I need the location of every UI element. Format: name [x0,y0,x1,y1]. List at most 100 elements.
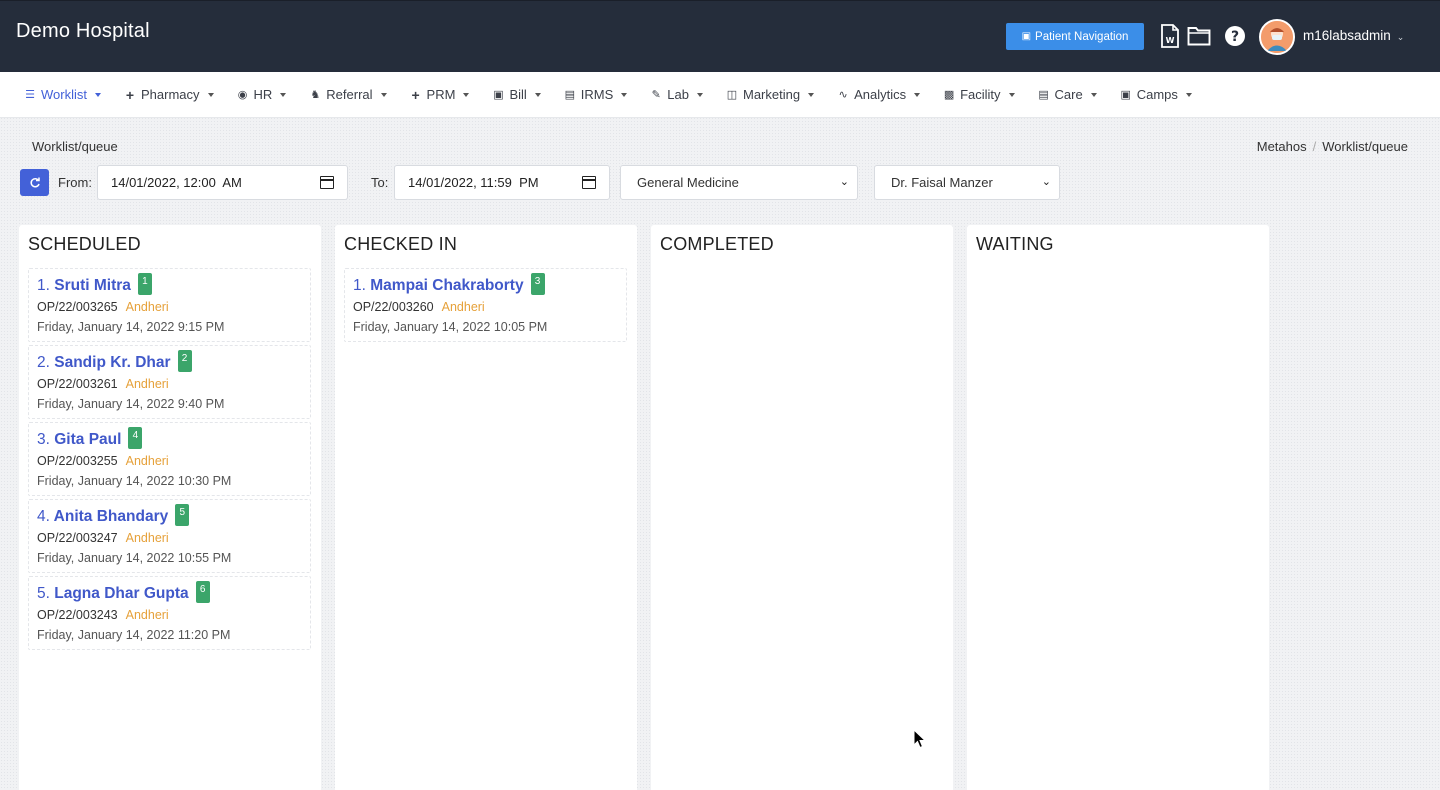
nav-care[interactable]: ▤ Care [1038,87,1097,102]
nav-camps[interactable]: ▣ Camps [1120,87,1192,102]
patient-card[interactable]: 1. Mampai Chakraborty 3 OP/22/003260 Andhe… [344,268,627,342]
help-icon[interactable]: ? [1222,23,1248,49]
nav-label: Referral [326,87,373,102]
patient-card[interactable]: 1. Sruti Mitra 1 OP/22/003265 Andheri Frid… [28,268,311,342]
folder-icon[interactable] [1186,23,1212,49]
to-datetime-input[interactable]: 14/01/2022, 11:59 PM [394,165,610,200]
token-badge: 1 [137,273,152,295]
calendar-icon[interactable] [320,176,334,189]
appointment-datetime: Friday, January 14, 2022 9:15 PM [37,320,225,334]
column-title: COMPLETED [660,234,774,254]
avatar[interactable] [1259,19,1295,55]
location-label: Andheri [125,377,169,391]
caret-down-icon [1090,92,1097,97]
nav-hr[interactable]: ◉ HR [237,87,287,102]
nav-facility[interactable]: ▩ Facility [943,87,1015,102]
column-title: CHECKED IN [344,234,458,254]
word-document-icon[interactable]: W [1157,23,1183,49]
chevron-down-icon: ⌄ [839,176,849,188]
id-card-icon: ▤ [564,89,575,101]
caret-down-icon [94,92,101,97]
queue-number: 2. [37,354,50,371]
nav-label: Worklist [41,87,87,102]
caret-down-icon [1185,92,1192,97]
nav-label: Care [1054,87,1083,102]
main-nav: ☰ Worklist + Pharmacy ◉ HR ♞ Referral + … [0,72,1440,118]
chevron-down-icon: ⌄ [1396,32,1405,42]
bag-icon: ◫ [726,89,738,101]
patient-card[interactable]: 5. Lagna Dhar Gupta 6 OP/22/003243 Andheri… [28,576,311,650]
patient-name-link[interactable]: Gita Paul [54,431,121,448]
nav-irms[interactable]: ▤ IRMS [564,87,628,102]
nav-label: PRM [426,87,456,102]
clipboard-icon: ▣ [1021,31,1032,42]
nav-label: Marketing [742,87,801,102]
calendar-icon[interactable] [582,176,596,189]
nav-lab[interactable]: ✎ Lab [650,87,703,102]
nav-bill[interactable]: ▣ Bill [492,87,541,102]
appointment-datetime: Friday, January 14, 2022 10:05 PM [353,320,548,334]
nav-label: Bill [509,87,527,102]
pen-icon: ✎ [651,89,661,101]
caret-down-icon [207,92,214,97]
patient-card[interactable]: 2. Sandip Kr. Dhar 2 OP/22/003261 Andheri … [28,345,311,419]
caret-down-icon [380,92,387,97]
nav-worklist[interactable]: ☰ Worklist [24,87,101,102]
nav-prm[interactable]: + PRM [410,87,470,103]
breadcrumb-link-metahos[interactable]: Metahos [1257,139,1307,154]
column-checked-in: CHECKED IN 1. Mampai Chakraborty 3 OP/22/… [335,225,637,790]
from-label: From: [58,175,92,190]
breadcrumb-separator: / [1312,139,1317,154]
patient-navigation-button[interactable]: ▣ Patient Navigation [1006,23,1144,50]
patient-name-link[interactable]: Anita Bhandary [54,508,169,525]
op-number: OP/22/003260 [353,300,434,314]
location-label: Andheri [125,300,169,314]
queue-number: 4. [37,508,50,525]
token-badge: 4 [128,427,143,449]
patient-name-link[interactable]: Sandip Kr. Dhar [54,354,170,371]
patient-card[interactable]: 3. Gita Paul 4 OP/22/003255 Andheri Friday… [28,422,311,496]
caret-down-icon [914,92,921,97]
refresh-button[interactable] [20,169,49,196]
column-title: WAITING [976,234,1054,254]
nav-label: Lab [667,87,689,102]
briefcase-icon: ▣ [1120,89,1131,101]
caret-down-icon [534,92,541,97]
location-label: Andheri [441,300,485,314]
patient-name-link[interactable]: Lagna Dhar Gupta [54,585,188,602]
nav-pharmacy[interactable]: + Pharmacy [124,87,214,103]
from-datetime-input[interactable]: 14/01/2022, 12:00 AM [97,165,348,200]
from-datetime-value: 14/01/2022, 12:00 AM [111,175,242,190]
caret-down-icon [463,92,470,97]
queue-number: 1. [37,277,50,294]
doctor-value: Dr. Faisal Manzer [891,175,993,190]
chevron-down-icon: ⌄ [1041,176,1051,188]
token-badge: 2 [177,350,192,372]
nav-referral[interactable]: ♞ Referral [309,87,387,102]
queue-number: 3. [37,431,50,448]
user-menu[interactable]: m16labsadmin ⌄ [1303,28,1404,43]
plus-icon: + [411,86,420,103]
patient-name-link[interactable]: Sruti Mitra [54,277,131,294]
money-icon: ▣ [493,89,504,101]
patient-card[interactable]: 4. Anita Bhandary 5 OP/22/003247 Andheri F… [28,499,311,573]
doctor-select[interactable]: Dr. Faisal Manzer ⌄ [874,165,1060,200]
nav-label: IRMS [580,87,614,102]
nav-marketing[interactable]: ◫ Marketing [726,87,815,102]
queue-number: 5. [37,585,50,602]
caret-down-icon [280,92,287,97]
svg-text:W: W [1166,36,1175,45]
op-number: OP/22/003243 [37,608,118,622]
username-label: m16labsadmin [1303,28,1391,43]
department-select[interactable]: General Medicine ⌄ [620,165,858,200]
nav-analytics[interactable]: ∿ Analytics [837,87,921,102]
caret-down-icon [808,92,815,97]
location-label: Andheri [125,608,169,622]
op-number: OP/22/003247 [37,531,118,545]
nav-label: Facility [960,87,1001,102]
appointment-datetime: Friday, January 14, 2022 9:40 PM [37,397,225,411]
patient-name-link[interactable]: Mampai Chakraborty [370,277,523,294]
bed-icon: ▤ [1038,89,1049,101]
to-datetime-value: 14/01/2022, 11:59 PM [408,175,539,190]
mouse-cursor-icon [913,729,927,749]
